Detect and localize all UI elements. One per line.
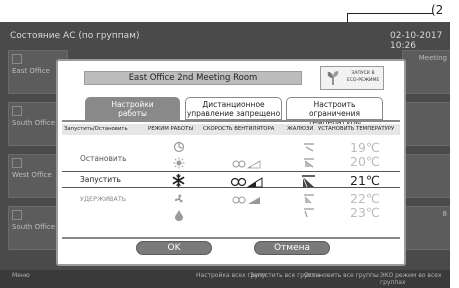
menu-button[interactable]: Меню — [12, 272, 30, 286]
column-header-row: Запустить/Остановить РЕЖИМ РАБОТЫ СКОРОС… — [62, 124, 400, 135]
room-name-field: East Office 2nd Meeting Room — [84, 71, 302, 85]
group-tile-right[interactable]: 8 — [402, 206, 450, 250]
header-start-stop: Запустить/Остановить — [64, 126, 128, 132]
footer-divider — [62, 237, 400, 239]
callout-leader-line — [347, 13, 433, 14]
group-tile-right[interactable]: Meeting — [402, 50, 450, 94]
header-louver: ЖАЛЮЗИ — [287, 126, 314, 132]
selection-line-top — [62, 171, 400, 172]
bottom-toolbar: Меню Настройка всех групп Запустить все … — [0, 270, 450, 288]
tab-temperature-limits[interactable]: Настроить ограничения температуры — [286, 97, 383, 127]
heat-mode-icon[interactable] — [173, 157, 185, 169]
louver-position-1-icon[interactable] — [303, 143, 315, 153]
leaf-icon — [327, 71, 339, 85]
operation-settings-dialog: East Office 2nd Meeting Room ЗАПУСК В EC… — [56, 59, 406, 266]
fan-speed-mid-icon[interactable] — [230, 176, 264, 188]
screen-title-bar: Состояние АС (по группам) 02-10-2017 10:… — [0, 28, 450, 51]
temperature-option[interactable]: 23℃ — [345, 205, 385, 220]
temperature-option[interactable]: 19℃ — [345, 140, 385, 155]
louver-swing-icon[interactable] — [301, 175, 316, 188]
run-option-hold[interactable]: УДЕРЖИВАТЬ — [80, 195, 126, 203]
dry-mode-icon[interactable] — [174, 209, 184, 221]
eco-button-line1: ЗАПУСК В — [351, 71, 375, 76]
temperature-option[interactable]: 20℃ — [345, 154, 385, 169]
run-option-start[interactable]: Запустить — [80, 175, 121, 184]
temperature-option[interactable]: 22℃ — [345, 191, 385, 206]
screen-title: Состояние АС (по группам) — [10, 31, 140, 41]
run-option-stop[interactable]: Остановить — [80, 154, 127, 163]
callout-label: (2 — [431, 3, 444, 17]
fan-speed-high-icon[interactable] — [232, 195, 262, 205]
header-operation-mode: РЕЖИМ РАБОТЫ — [148, 126, 193, 132]
fan-mode-icon[interactable] — [173, 193, 185, 205]
group-icon — [12, 158, 22, 168]
settings-table: Остановить Запустить УДЕРЖИВАТЬ 19℃ 20℃ … — [62, 137, 400, 237]
tab-remote-control-prohibited[interactable]: Дистанционное управление запрещено — [185, 97, 282, 120]
header-fan-speed: СКОРОСТЬ ВЕНТИЛЯТОРА — [203, 126, 275, 132]
cool-mode-icon[interactable] — [171, 173, 186, 188]
louver-position-4-icon[interactable] — [303, 208, 315, 218]
tab-divider — [62, 120, 400, 122]
tab-operation-settings[interactable]: Настройки работы — [85, 97, 180, 120]
group-tile-right[interactable] — [402, 102, 450, 146]
group-icon — [12, 54, 22, 64]
eco-mode-start-button[interactable]: ЗАПУСК В ECO-РЕЖИМЕ — [320, 66, 384, 90]
header-set-temperature: УСТАНОВИТЬ ТЕМПЕРАТУРУ — [318, 126, 395, 132]
cancel-button[interactable]: Отмена — [254, 241, 330, 255]
eco-button-line2: ECO-РЕЖИМЕ — [346, 78, 380, 83]
stop-all-groups-button[interactable]: Остановить все группы — [304, 272, 379, 286]
auto-mode-icon[interactable] — [173, 141, 185, 153]
screen-datetime: 02-10-2017 10:26 — [390, 31, 443, 51]
temperature-selected[interactable]: 21℃ — [345, 173, 385, 188]
group-icon — [12, 210, 22, 220]
fan-speed-low-icon[interactable] — [232, 159, 262, 169]
louver-position-3-icon[interactable] — [303, 194, 315, 204]
ok-button[interactable]: OK — [136, 241, 212, 255]
group-tile-right[interactable] — [402, 154, 450, 198]
group-icon — [12, 106, 22, 116]
louver-position-2-icon[interactable] — [303, 158, 315, 168]
eco-all-groups-button[interactable]: ЭКО режим во всех группах — [380, 272, 450, 286]
